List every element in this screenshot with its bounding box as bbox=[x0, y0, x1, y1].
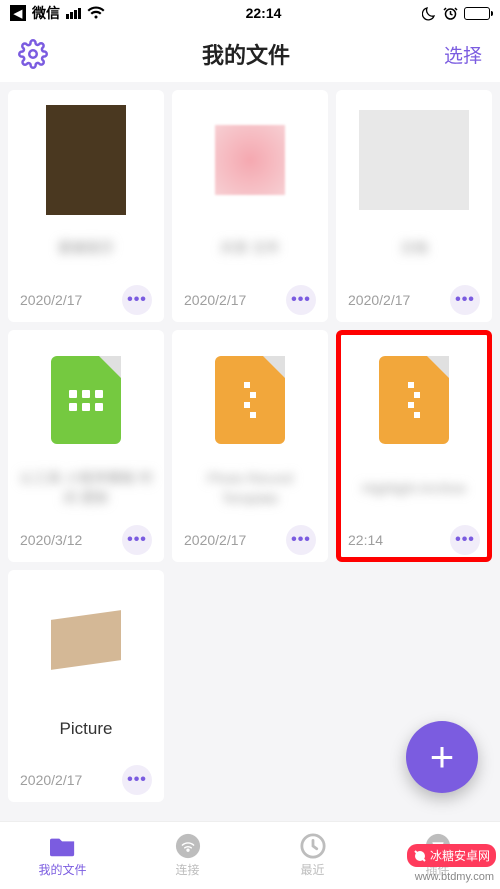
file-name: 共享 文件 bbox=[220, 239, 280, 259]
wifi-icon bbox=[87, 6, 105, 20]
more-button[interactable]: ••• bbox=[450, 285, 480, 315]
battery-icon bbox=[464, 7, 490, 20]
nav-connect[interactable]: 连接 bbox=[125, 822, 250, 889]
file-date: 2020/2/17 bbox=[184, 532, 246, 548]
file-grid: 蒙娜丽莎 2020/2/17 ••• 共享 文件 2020/2/17 ••• 文… bbox=[0, 82, 500, 810]
more-button[interactable]: ••• bbox=[286, 525, 316, 555]
file-card[interactable]: 文档 2020/2/17 ••• bbox=[336, 90, 492, 322]
file-card[interactable]: Photo Record Template 2020/2/17 ••• bbox=[172, 330, 328, 562]
file-card[interactable]: 认工具 小程序模板 时间 更新 2020/3/12 ••• bbox=[8, 330, 164, 562]
more-button[interactable]: ••• bbox=[450, 525, 480, 555]
status-right bbox=[422, 6, 490, 21]
file-card[interactable]: 蒙娜丽莎 2020/2/17 ••• bbox=[8, 90, 164, 322]
file-date: 2020/2/17 bbox=[184, 292, 246, 308]
signal-icon bbox=[66, 8, 81, 19]
nav-label: 我的文件 bbox=[38, 861, 86, 878]
file-date: 2020/2/17 bbox=[20, 292, 82, 308]
status-time: 22:14 bbox=[246, 5, 282, 21]
status-left: ◀ 微信 bbox=[10, 3, 105, 23]
watermark-site: 冰糖安卓网 bbox=[430, 847, 490, 864]
file-date: 2020/2/17 bbox=[348, 292, 410, 308]
watermark-url: www.btdmy.com bbox=[415, 871, 494, 883]
file-date: 22:14 bbox=[348, 532, 383, 548]
wifi-nav-icon bbox=[175, 833, 201, 859]
file-name: Highlight Archive bbox=[362, 479, 466, 499]
header: 我的文件 选择 bbox=[0, 26, 500, 82]
candy-icon bbox=[413, 849, 427, 863]
archive-file-icon bbox=[379, 356, 449, 444]
plus-icon: + bbox=[430, 736, 455, 778]
gear-icon bbox=[18, 39, 48, 69]
more-button[interactable]: ••• bbox=[122, 765, 152, 795]
carrier-label: 微信 bbox=[32, 3, 60, 23]
settings-button[interactable] bbox=[18, 39, 48, 69]
file-name: Photo Record Template bbox=[182, 469, 318, 508]
file-card-highlighted[interactable]: Highlight Archive 22:14 ••• bbox=[336, 330, 492, 562]
add-button[interactable]: + bbox=[406, 721, 478, 793]
status-bar: ◀ 微信 22:14 bbox=[0, 0, 500, 26]
moon-icon bbox=[422, 6, 437, 21]
more-button[interactable]: ••• bbox=[122, 525, 152, 555]
nav-recent[interactable]: 最近 bbox=[250, 822, 375, 889]
file-card[interactable]: 共享 文件 2020/2/17 ••• bbox=[172, 90, 328, 322]
image-thumbnail-icon bbox=[215, 125, 285, 195]
file-date: 2020/3/12 bbox=[20, 532, 82, 548]
file-name: 认工具 小程序模板 时间 更新 bbox=[18, 469, 154, 508]
select-button[interactable]: 选择 bbox=[444, 41, 482, 68]
package-thumbnail-icon bbox=[51, 610, 121, 670]
file-name: Picture bbox=[60, 719, 113, 739]
nav-label: 最近 bbox=[300, 861, 324, 878]
file-name: 文档 bbox=[400, 239, 428, 259]
file-card[interactable]: Picture 2020/2/17 ••• bbox=[8, 570, 164, 802]
spreadsheet-file-icon bbox=[51, 356, 121, 444]
archive-file-icon bbox=[215, 356, 285, 444]
file-name: 蒙娜丽莎 bbox=[58, 239, 114, 259]
watermark: 冰糖安卓网 bbox=[407, 844, 496, 867]
page-title: 我的文件 bbox=[202, 38, 290, 70]
more-button[interactable]: ••• bbox=[122, 285, 152, 315]
more-button[interactable]: ••• bbox=[286, 285, 316, 315]
image-thumbnail-icon bbox=[46, 105, 126, 215]
alarm-icon bbox=[443, 6, 458, 21]
nav-label: 连接 bbox=[175, 861, 199, 878]
nav-my-files[interactable]: 我的文件 bbox=[0, 822, 125, 889]
back-indicator-icon: ◀ bbox=[10, 5, 26, 21]
clock-icon bbox=[300, 833, 326, 859]
folder-icon bbox=[50, 833, 76, 859]
watermark-badge: 冰糖安卓网 bbox=[407, 844, 496, 867]
file-date: 2020/2/17 bbox=[20, 772, 82, 788]
document-thumbnail-icon bbox=[359, 110, 469, 210]
